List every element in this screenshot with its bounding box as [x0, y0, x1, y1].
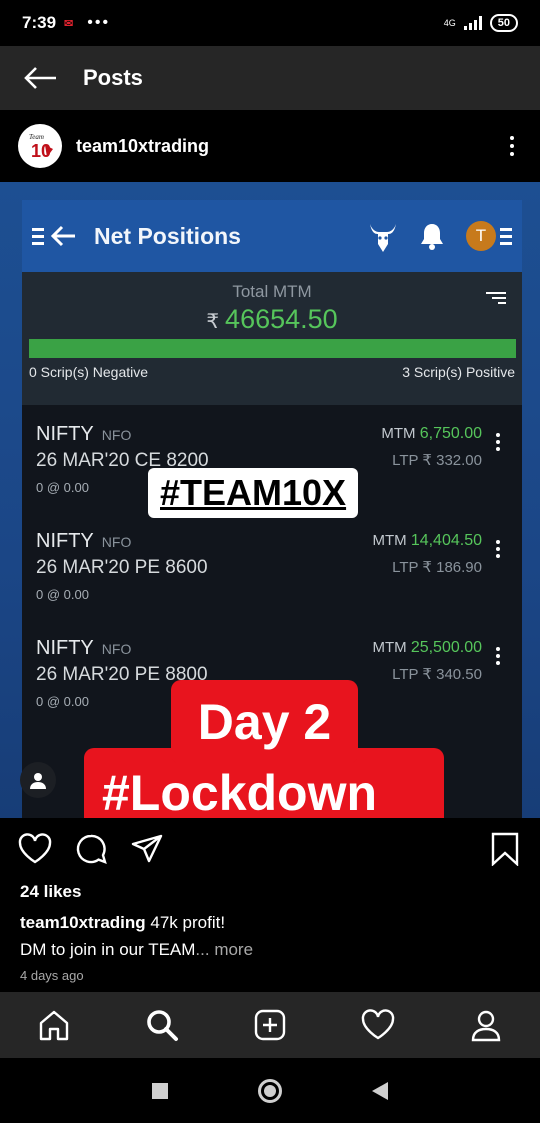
- page-title: Posts: [83, 65, 143, 90]
- position-mtm: MTM 6,750.00: [381, 425, 482, 442]
- screenshot-header: Net Positions T: [22, 200, 522, 272]
- app-header: Posts: [0, 46, 540, 110]
- post-actions: [0, 818, 540, 880]
- positive-ratio-bar: [29, 339, 516, 358]
- position-qty: 0 @ 0.00: [36, 587, 89, 602]
- caption-username[interactable]: team10xtrading: [20, 913, 146, 932]
- author-username[interactable]: team10xtrading: [76, 136, 209, 157]
- caption-more-link[interactable]: ... more: [195, 940, 253, 959]
- new-post-icon[interactable]: [253, 1008, 287, 1042]
- position-symbol: NIFTY: [36, 423, 94, 445]
- recent-apps-icon[interactable]: [151, 1082, 169, 1100]
- position-contract: 26 MAR'20 PE 8600: [36, 557, 208, 578]
- back-arrow-icon: [50, 225, 75, 247]
- position-options-icon: [496, 540, 500, 558]
- position-mtm: MTM 14,404.50: [372, 532, 482, 549]
- share-icon[interactable]: [130, 833, 164, 865]
- post-caption: team10xtrading 47k profit! DM to join in…: [20, 909, 520, 963]
- tagged-user-icon[interactable]: [20, 762, 56, 798]
- bull-icon: [370, 224, 396, 252]
- position-exchange: NFO: [101, 534, 132, 550]
- team10x-logo-icon: Team 10: [29, 133, 53, 161]
- post-options-button[interactable]: [510, 136, 514, 156]
- mtm-summary: Total MTM ₹46654.50 0 Scrip(s) Negative …: [22, 272, 522, 405]
- likes-count[interactable]: 24 likes: [20, 882, 81, 902]
- position-options-icon: [496, 647, 500, 665]
- position-mtm: MTM 25,500.00: [372, 639, 482, 656]
- screenshot-title: Net Positions: [94, 222, 241, 249]
- status-time: 7:39: [22, 13, 57, 32]
- bell-icon: [421, 224, 443, 250]
- bookmark-icon[interactable]: [490, 832, 520, 866]
- signal-icon: [463, 16, 482, 30]
- activity-heart-icon[interactable]: [361, 1009, 395, 1041]
- author-avatar[interactable]: Team 10: [18, 124, 62, 168]
- positive-count: 3 Scrip(s) Positive: [402, 364, 515, 380]
- position-symbol: NIFTY: [36, 530, 94, 552]
- svg-text:Team: Team: [29, 133, 44, 141]
- post-timestamp: 4 days ago: [20, 968, 84, 983]
- profile-icon[interactable]: [469, 1008, 503, 1042]
- status-bar: 7:39 ✉ ••• 4G 50: [0, 0, 540, 46]
- caption-text: 47k profit!: [145, 913, 226, 932]
- position-exchange: NFO: [101, 641, 132, 657]
- position-symbol: NIFTY: [36, 637, 94, 659]
- caption-line2: DM to join in our TEAM: [20, 940, 196, 959]
- position-qty: 0 @ 0.00: [36, 480, 89, 495]
- day-overlay: Day 2: [171, 680, 358, 764]
- network-type: 4G: [443, 18, 456, 28]
- user-avatar: T: [466, 221, 496, 251]
- position-ltp: LTP ₹ 186.90: [392, 559, 482, 576]
- position-qty: 0 @ 0.00: [36, 694, 89, 709]
- sort-icon: [486, 292, 506, 304]
- position-exchange: NFO: [101, 427, 132, 443]
- home-icon[interactable]: [37, 1008, 71, 1042]
- back-arrow-icon: [24, 67, 56, 89]
- bottom-navigation: [0, 992, 540, 1058]
- notification-icon: ✉: [64, 17, 74, 30]
- back-button[interactable]: [0, 66, 80, 90]
- menu-icon-right: [500, 227, 512, 245]
- post-image[interactable]: Net Positions T Total MTM ₹46654.50 0 Sc…: [0, 182, 540, 818]
- person-icon: [30, 773, 46, 789]
- position-row: NIFTY NFO 26 MAR'20 PE 8600 0 @ 0.00 MTM …: [22, 512, 522, 612]
- system-navigation: [0, 1058, 540, 1123]
- post-author-row: Team 10 team10xtrading: [0, 110, 540, 182]
- back-triangle-icon[interactable]: [371, 1081, 389, 1101]
- negative-count: 0 Scrip(s) Negative: [29, 364, 149, 380]
- search-icon[interactable]: [145, 1008, 179, 1042]
- menu-icon: [32, 227, 44, 245]
- total-mtm-label: Total MTM: [232, 282, 312, 301]
- battery-icon: 50: [489, 14, 518, 32]
- team10x-overlay-tag: #TEAM10X: [148, 468, 359, 518]
- home-circle-icon[interactable]: [257, 1078, 283, 1104]
- position-ltp: LTP ₹ 332.00: [392, 452, 482, 469]
- like-heart-icon[interactable]: [18, 833, 52, 865]
- comment-icon[interactable]: [74, 833, 108, 865]
- more-notifications-icon: •••: [87, 14, 111, 31]
- position-ltp: LTP ₹ 340.50: [392, 666, 482, 683]
- total-mtm-value: ₹46654.50: [206, 304, 338, 334]
- position-options-icon: [496, 433, 500, 451]
